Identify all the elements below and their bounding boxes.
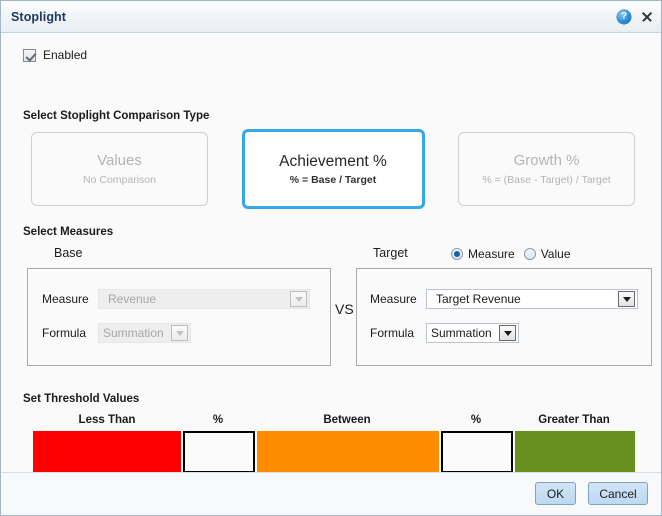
target-formula-label: Formula	[370, 326, 415, 340]
titlebar-actions: ?	[617, 1, 654, 32]
target-measure-row: Measure Target Revenue	[370, 289, 640, 309]
threshold-header-percent-left: %	[212, 414, 224, 426]
base-formula-dropdown: Summation	[98, 323, 191, 343]
target-formula-value: Summation	[431, 326, 492, 340]
dialog-body: Enabled Select Stoplight Comparison Type…	[1, 33, 661, 515]
measures-section-title: Select Measures	[23, 226, 114, 238]
target-measure-dropdown[interactable]: Target Revenue	[426, 289, 638, 309]
base-measure-row: Measure Revenue	[42, 289, 317, 309]
base-group-box	[27, 268, 331, 366]
threshold-headers: Less Than % Between % Greater Than	[33, 414, 635, 428]
comparison-card-achievement-title: Achievement %	[279, 152, 387, 170]
stoplight-dialog: Stoplight ? Enabled Select Stoplight Com…	[0, 0, 662, 516]
threshold-swatch-low[interactable]	[33, 431, 181, 473]
base-formula-value: Summation	[103, 326, 164, 340]
comparison-type-cards: Values No Comparison Achievement % % = B…	[31, 129, 635, 209]
comparison-card-growth[interactable]: Growth % % = (Base - Target) / Target	[458, 132, 635, 206]
enabled-checkbox-label: Enabled	[43, 48, 88, 62]
ok-button[interactable]: OK	[535, 482, 576, 505]
chevron-down-icon[interactable]	[618, 291, 635, 307]
chevron-down-icon	[171, 325, 188, 341]
base-measure-dropdown: Revenue	[98, 289, 310, 309]
dialog-footer: OK Cancel	[1, 472, 661, 515]
enabled-checkbox-row[interactable]: Enabled	[23, 48, 87, 62]
comparison-card-growth-title: Growth %	[513, 152, 580, 170]
threshold-header-percent-right: %	[470, 414, 482, 426]
comparison-card-achievement[interactable]: Achievement % % = Base / Target	[241, 129, 425, 209]
radio-dot-icon	[451, 248, 463, 260]
target-mode-value-label: Value	[540, 247, 571, 261]
target-mode-measure-radio[interactable]: Measure	[451, 247, 515, 261]
target-mode-radio-group[interactable]: Measure Value	[451, 247, 571, 261]
target-mode-measure-label: Measure	[468, 247, 515, 261]
comparison-card-values-title: Values	[97, 152, 142, 170]
comparison-section-title: Select Stoplight Comparison Type	[23, 110, 210, 122]
comparison-card-growth-subtitle: % = (Base - Target) / Target	[482, 173, 611, 186]
target-measure-value: Target Revenue	[436, 292, 521, 306]
threshold-header-greater-than: Greater Than	[538, 414, 610, 426]
comparison-card-values[interactable]: Values No Comparison	[31, 132, 208, 206]
vs-label: VS	[335, 301, 354, 317]
target-measure-panel: Target Measure Value Measure Target Reve…	[356, 246, 652, 366]
threshold-swatch-high[interactable]	[515, 431, 635, 473]
base-formula-label: Formula	[42, 326, 87, 340]
target-measure-label: Measure	[370, 292, 417, 306]
target-formula-row: Formula Summation	[370, 323, 640, 343]
chevron-down-icon	[290, 291, 307, 307]
chevron-down-icon[interactable]	[499, 325, 516, 341]
cancel-button[interactable]: Cancel	[588, 482, 648, 505]
base-measure-panel: Base Measure Revenue Formula Summation	[27, 246, 331, 366]
threshold-high-input[interactable]	[441, 431, 513, 473]
target-mode-value-radio[interactable]: Value	[523, 247, 571, 261]
threshold-low-input[interactable]	[183, 431, 255, 473]
threshold-header-less-than: Less Than	[78, 414, 136, 426]
base-formula-row: Formula Summation	[42, 323, 317, 343]
base-measure-value: Revenue	[108, 292, 157, 306]
comparison-card-achievement-subtitle: % = Base / Target	[289, 174, 377, 187]
threshold-header-between: Between	[323, 414, 371, 426]
threshold-swatch-mid[interactable]	[257, 431, 439, 473]
close-icon[interactable]	[640, 10, 654, 24]
thresholds-section-title: Set Threshold Values	[23, 393, 140, 405]
dialog-titlebar: Stoplight ?	[1, 1, 661, 33]
enabled-checkbox[interactable]	[23, 48, 36, 62]
dialog-title: Stoplight	[11, 9, 67, 24]
help-circle-icon[interactable]: ?	[617, 9, 631, 24]
base-measure-label: Measure	[42, 292, 89, 306]
base-heading: Base	[54, 246, 83, 260]
radio-dot-icon	[523, 248, 536, 260]
comparison-card-values-subtitle: No Comparison	[83, 173, 156, 186]
threshold-bars	[33, 431, 635, 473]
target-group-box	[356, 268, 652, 366]
target-heading: Target	[373, 246, 408, 260]
target-formula-dropdown[interactable]: Summation	[426, 323, 519, 343]
